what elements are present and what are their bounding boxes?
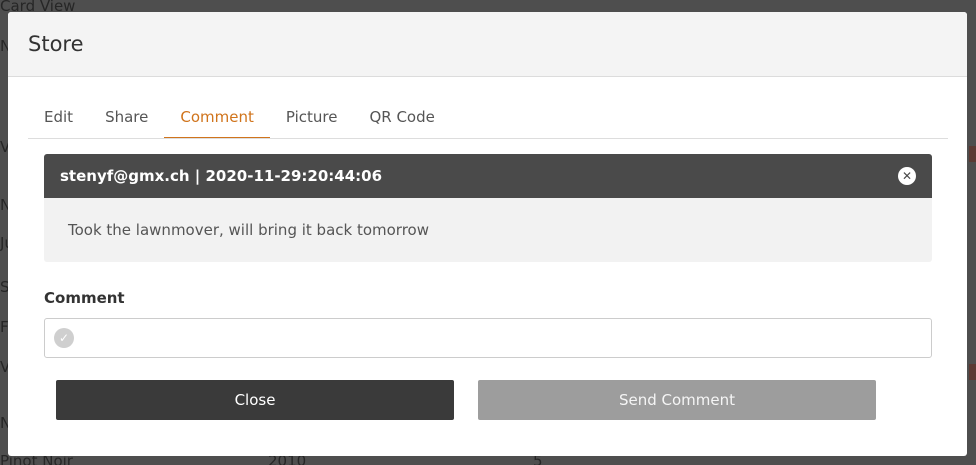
tab-edit[interactable]: Edit <box>28 102 89 138</box>
store-modal: Store Edit Share Comment Picture QR Code… <box>8 12 967 456</box>
modal-header: Store <box>8 12 967 77</box>
comment-card: stenyf@gmx.ch | 2020-11-29:20:44:06 ✕ To… <box>44 154 932 262</box>
comment-label: Comment <box>44 289 125 307</box>
close-button[interactable]: Close <box>56 380 454 420</box>
modal-title: Store <box>28 32 84 56</box>
tab-picture[interactable]: Picture <box>270 102 354 138</box>
send-comment-button[interactable]: Send Comment <box>478 380 876 420</box>
check-icon: ✓ <box>54 328 74 348</box>
comment-meta: stenyf@gmx.ch | 2020-11-29:20:44:06 <box>60 167 383 185</box>
background-marker <box>969 146 976 162</box>
tab-share[interactable]: Share <box>89 102 164 138</box>
comment-input[interactable] <box>82 319 931 357</box>
comment-header: stenyf@gmx.ch | 2020-11-29:20:44:06 ✕ <box>44 154 932 198</box>
comment-text: Took the lawnmover, will bring it back t… <box>44 198 932 262</box>
tab-comment[interactable]: Comment <box>164 102 270 138</box>
background-marker <box>969 364 976 380</box>
comment-field[interactable]: ✓ <box>44 318 932 358</box>
tab-qr-code[interactable]: QR Code <box>353 102 450 138</box>
tab-bar: Edit Share Comment Picture QR Code <box>28 102 948 139</box>
close-icon[interactable]: ✕ <box>898 167 916 185</box>
